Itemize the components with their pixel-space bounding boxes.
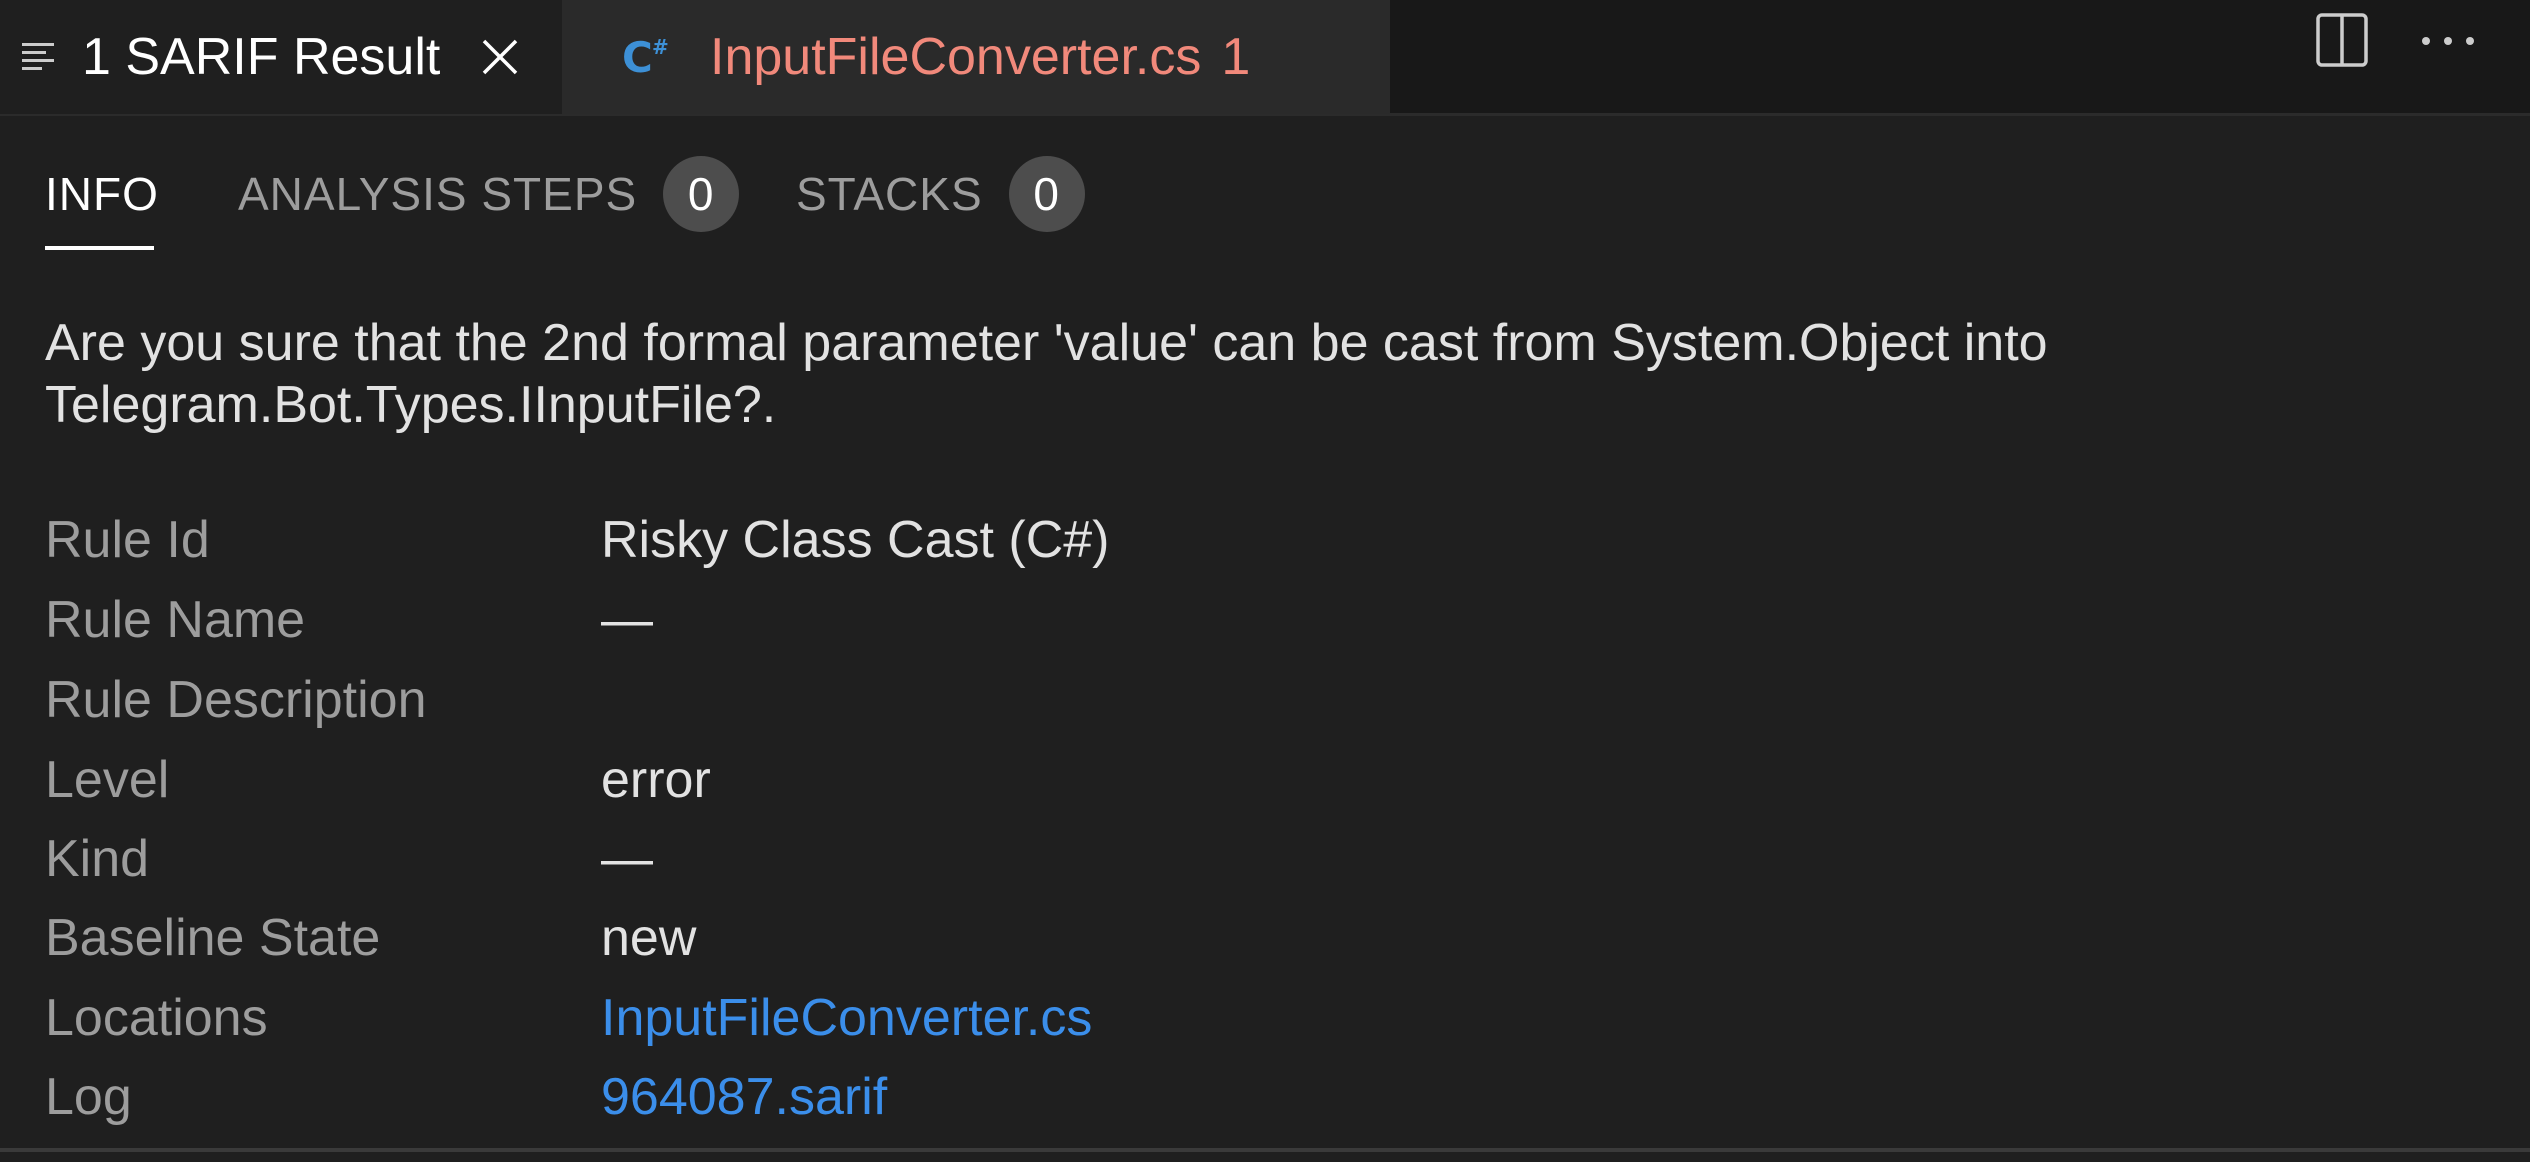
panel-bottom-border xyxy=(0,1148,2530,1152)
tab-stacks[interactable]: STACKS 0 xyxy=(796,156,1085,232)
property-value: Risky Class Cast (C#) xyxy=(601,511,1110,569)
property-label: Rule Name xyxy=(45,591,306,649)
close-icon[interactable] xyxy=(480,37,520,77)
csharp-icon: C # xyxy=(622,33,669,82)
property-row-kind: Kind — xyxy=(45,819,2445,899)
property-label: Baseline State xyxy=(45,909,381,967)
result-panel-tabs: INFO ANALYSIS STEPS 0 STACKS 0 xyxy=(0,116,2530,256)
property-row-locations: Locations InputFileConverter.cs xyxy=(45,978,2445,1058)
property-label: Rule Description xyxy=(45,671,427,729)
property-row-baseline-state: Baseline State new xyxy=(45,898,2445,978)
list-icon xyxy=(22,43,54,70)
tab-file-label: InputFileConverter.cs xyxy=(710,28,1202,86)
log-link[interactable]: 964087.sarif xyxy=(601,1067,887,1127)
property-value: new xyxy=(601,909,697,967)
property-value: — xyxy=(601,591,653,649)
location-link[interactable]: InputFileConverter.cs xyxy=(601,988,1092,1048)
analysis-steps-count-badge: 0 xyxy=(663,156,740,232)
tab-info-label: INFO xyxy=(45,168,159,220)
tab-sarif-result-label: 1 SARIF Result xyxy=(82,28,441,86)
tab-analysis-steps[interactable]: ANALYSIS STEPS 0 xyxy=(238,156,740,232)
active-tab-indicator xyxy=(45,246,154,250)
property-label: Log xyxy=(45,1068,132,1126)
stacks-count-badge: 0 xyxy=(1008,156,1085,232)
property-row-level: Level error xyxy=(45,740,2445,820)
property-row-rule-id: Rule Id Risky Class Cast (C#) xyxy=(45,500,2445,580)
property-label: Locations xyxy=(45,989,268,1047)
property-row-rule-description: Rule Description xyxy=(45,660,2445,740)
tab-stacks-label: STACKS xyxy=(796,168,983,220)
property-row-log: Log 964087.sarif xyxy=(45,1057,2445,1137)
tab-input-file-converter[interactable]: C # InputFileConverter.cs 1 xyxy=(562,0,1390,114)
svg-text:#: # xyxy=(652,35,669,59)
result-message: Are you sure that the 2nd formal paramet… xyxy=(45,314,2048,434)
property-label: Level xyxy=(45,751,170,809)
property-value: error xyxy=(601,751,711,809)
tab-analysis-steps-label: ANALYSIS STEPS xyxy=(238,168,638,220)
problem-count: 1 xyxy=(1221,28,1251,86)
split-editor-icon[interactable] xyxy=(2315,12,2369,68)
property-label: Rule Id xyxy=(45,511,210,569)
more-actions-icon[interactable] xyxy=(2420,28,2476,54)
property-value: — xyxy=(601,830,653,888)
tab-sarif-result[interactable]: 1 SARIF Result xyxy=(0,0,562,114)
property-row-rule-name: Rule Name — xyxy=(45,580,2445,660)
editor-tab-bar: 1 SARIF Result C # InputFileConverter.cs… xyxy=(0,0,2530,116)
property-label: Kind xyxy=(45,830,150,888)
svg-text:C: C xyxy=(622,33,653,82)
tab-info[interactable]: INFO xyxy=(45,156,159,232)
